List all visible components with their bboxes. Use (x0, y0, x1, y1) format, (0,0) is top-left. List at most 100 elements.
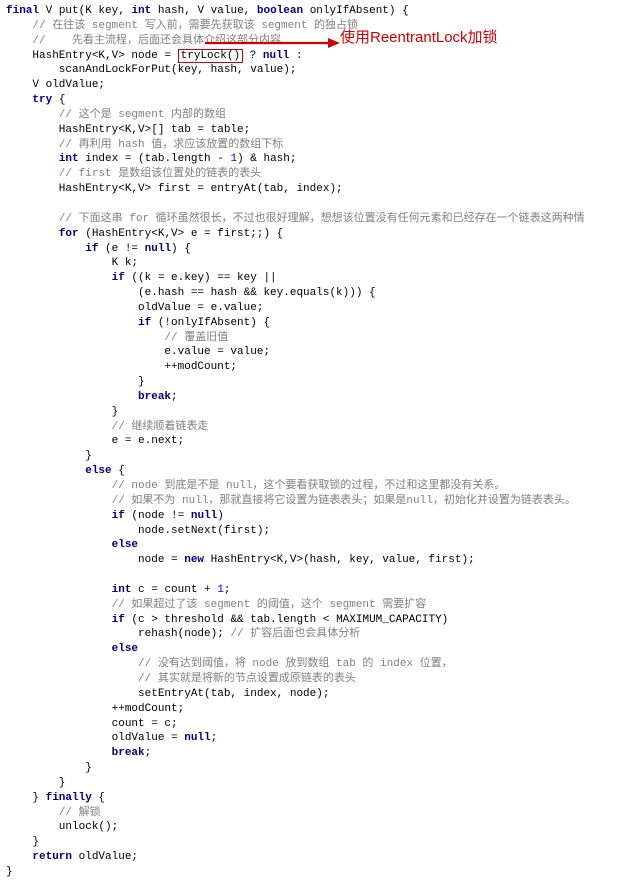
t (6, 243, 85, 255)
t: try (32, 94, 52, 106)
t: else (112, 539, 138, 551)
t: c = count + (131, 584, 217, 596)
code-block: final V put(K key, int hash, V value, bo… (0, 0, 640, 890)
t (6, 614, 112, 626)
t: ) { (171, 243, 191, 255)
t: null (191, 510, 217, 522)
t: } (6, 836, 39, 848)
t: int (59, 153, 79, 165)
t: K k; (6, 257, 138, 269)
t: } (6, 762, 92, 774)
trylock-box: tryLock() (178, 49, 243, 63)
t: (c > threshold && tab.length < MAXIMUM_C… (125, 614, 448, 626)
t: HashEntry<K,V> node = (6, 50, 178, 62)
t: (HashEntry<K,V> e = first;;) { (79, 228, 284, 240)
t: } (6, 450, 92, 462)
t: int (112, 584, 132, 596)
t: (e != (98, 243, 144, 255)
t: } (6, 792, 46, 804)
t: } (6, 866, 13, 878)
t: ((k = e.key) == key || (125, 272, 277, 284)
t: node = (6, 554, 184, 566)
t: final (6, 5, 39, 17)
t (6, 539, 112, 551)
t: unlock(); (6, 821, 118, 833)
comment: // 先看主流程，后面还会具体介绍这部分内容 (6, 35, 281, 47)
comment: // first 是数组该位置处的链表的表头 (6, 168, 261, 180)
t: e = e.next; (6, 435, 184, 447)
t (6, 391, 138, 403)
t: { (92, 792, 105, 804)
t: int (131, 5, 151, 17)
t: } (6, 376, 145, 388)
t (6, 747, 112, 759)
t: boolean (257, 5, 303, 17)
t: else (85, 465, 111, 477)
t: return (32, 851, 72, 863)
t: ? (243, 50, 263, 62)
t: 1 (217, 584, 224, 596)
comment: // 如果超过了该 segment 的阈值，这个 segment 需要扩容 (6, 599, 426, 611)
t: ) (217, 510, 224, 522)
t: for (59, 228, 79, 240)
t: null (184, 732, 210, 744)
callout-text: 使用ReentrantLock加锁 (340, 28, 498, 48)
t: if (112, 614, 125, 626)
t (6, 317, 138, 329)
comment: // node 到底是不是 null，这个要看获取锁的过程，不过和这里都没有关系… (6, 480, 505, 492)
t: break (138, 391, 171, 403)
comment: // 如果不为 null，那就直接将它设置为链表表头；如果是null，初始化并设… (6, 495, 576, 507)
t: ; (171, 391, 178, 403)
comment: // 其实就是将新的节点设置成原链表的表头 (6, 673, 356, 685)
t: ) & hash; (237, 153, 296, 165)
t: if (85, 243, 98, 255)
comment: // 在往该 segment 写入前，需要先获取该 segment 的独占锁 (6, 20, 358, 32)
t: ; (224, 584, 231, 596)
t: count = c; (6, 718, 178, 730)
t: } (6, 777, 65, 789)
t: V oldValue; (6, 79, 105, 91)
t: setEntryAt(tab, index, node); (6, 688, 329, 700)
t: { (52, 94, 65, 106)
t: node.setNext(first); (6, 525, 270, 537)
t: e.value = value; (6, 346, 270, 358)
t: onlyIfAbsent) { (303, 5, 409, 17)
t: ; (145, 747, 152, 759)
t: if (112, 510, 125, 522)
t (6, 465, 85, 477)
t: oldValue = (6, 732, 184, 744)
t: else (112, 643, 138, 655)
t: (e.hash == hash && key.equals(k))) { (6, 287, 376, 299)
t: finally (46, 792, 92, 804)
t (6, 272, 112, 284)
t: if (138, 317, 151, 329)
t: break (112, 747, 145, 759)
t: (!onlyIfAbsent) { (151, 317, 270, 329)
t: ++modCount; (6, 703, 184, 715)
comment: // 扩容后面也会具体分析 (230, 628, 360, 640)
t: if (112, 272, 125, 284)
t: V put(K key, (39, 5, 131, 17)
t: HashEntry<K,V>(hash, key, value, first); (204, 554, 475, 566)
t: rehash(node); (6, 628, 230, 640)
t: new (184, 554, 204, 566)
t: } (6, 406, 118, 418)
t: null (145, 243, 171, 255)
comment: // 没有达到阈值，将 node 放到数组 tab 的 index 位置， (6, 658, 453, 670)
t (6, 851, 32, 863)
comment: // 这个是 segment 内部的数组 (6, 109, 226, 121)
t: hash, V value, (151, 5, 257, 17)
t (6, 510, 112, 522)
t: null (263, 50, 289, 62)
t: HashEntry<K,V>[] tab = table; (6, 124, 250, 136)
comment: // 覆盖旧值 (6, 332, 228, 344)
comment: // 下面这串 for 循环虽然很长，不过也很好理解，想想该位置没有任何元素和已… (6, 213, 585, 225)
comment: // 再利用 hash 值，求应该放置的数组下标 (6, 139, 283, 151)
t (6, 584, 112, 596)
t: : (289, 50, 302, 62)
t (6, 228, 59, 240)
t (6, 153, 59, 165)
t: ; (211, 732, 218, 744)
comment: // 解锁 (6, 807, 101, 819)
t: oldValue; (72, 851, 138, 863)
